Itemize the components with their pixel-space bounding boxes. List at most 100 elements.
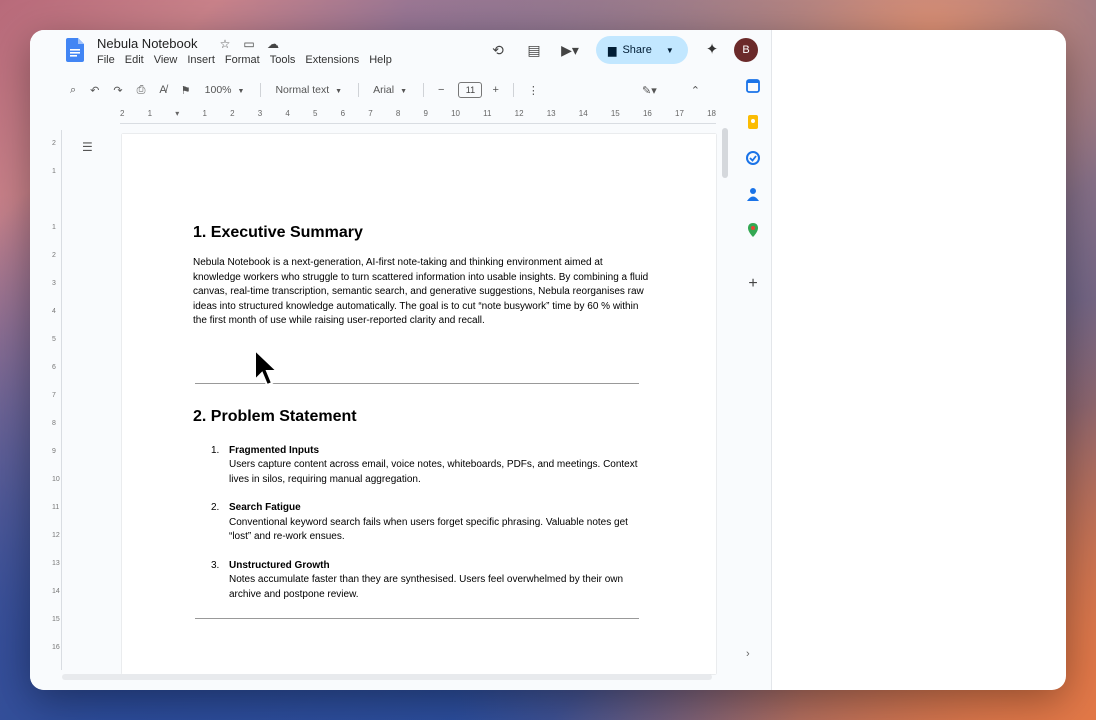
- contacts-icon[interactable]: [745, 186, 761, 202]
- calendar-icon[interactable]: [745, 78, 761, 94]
- style-value: Normal text: [275, 84, 330, 96]
- font-value: Arial: [373, 84, 395, 96]
- menu-bar: File Edit View Insert Format Tools Exten…: [97, 54, 392, 66]
- ruler-tick-label: 13: [546, 109, 556, 118]
- star-icon[interactable]: ☆: [217, 37, 233, 51]
- share-button[interactable]: ▆ Share ▼: [596, 36, 688, 64]
- ruler-tick-label: 3: [52, 280, 56, 287]
- ruler-tick-label: 1: [52, 168, 56, 175]
- list-item-text: Users capture content across email, voic…: [229, 459, 638, 485]
- ruler-tick-label: 6: [340, 109, 346, 118]
- ruler-tick-label: 11: [52, 504, 60, 511]
- comments-icon[interactable]: ▤: [522, 38, 546, 62]
- share-label: Share: [622, 44, 652, 56]
- side-panel-apps: +: [738, 78, 768, 292]
- ruler-tick-label: 2: [52, 252, 56, 259]
- paragraph-executive-summary[interactable]: Nebula Notebook is a next-generation, AI…: [193, 256, 653, 329]
- move-folder-icon[interactable]: ▭: [241, 37, 257, 51]
- ruler-tick-label: 8: [52, 420, 56, 427]
- list-item[interactable]: 3. Unstructured Growth Notes accumulate …: [211, 559, 653, 603]
- horizontal-ruler[interactable]: 2 1 ▾ 1 2 3 4 5 6 7 8 9 10 11 12 13 14 15 16 17 18: [120, 108, 716, 124]
- keep-icon[interactable]: [745, 114, 761, 130]
- redo-icon[interactable]: ↷: [113, 84, 122, 97]
- ruler-tick-label: 1: [202, 109, 207, 118]
- ruler-tick-label: 5: [312, 109, 318, 118]
- editing-mode-icon[interactable]: ✎▾: [642, 84, 657, 97]
- menu-insert[interactable]: Insert: [187, 54, 215, 66]
- list-number: 3.: [211, 559, 220, 571]
- ruler-tick-label: ▾: [175, 109, 180, 118]
- title-actions: ☆ ▭ ☁: [217, 37, 281, 51]
- chevron-down-icon: ▼: [237, 88, 245, 95]
- ruler-tick-label: 1: [147, 109, 153, 118]
- share-dropdown-icon[interactable]: ▼: [666, 46, 674, 55]
- expand-side-panel-icon[interactable]: ›: [746, 648, 750, 660]
- maps-icon[interactable]: [745, 222, 761, 238]
- ruler-tick-label: 15: [610, 109, 620, 118]
- menu-format[interactable]: Format: [225, 54, 260, 66]
- list-item-text: Notes accumulate faster than they are sy…: [229, 574, 624, 600]
- avatar[interactable]: B: [734, 38, 758, 62]
- horizontal-scrollbar[interactable]: [62, 674, 712, 680]
- zoom-value: 100%: [204, 84, 232, 96]
- menu-edit[interactable]: Edit: [125, 54, 144, 66]
- heading-problem-statement[interactable]: 2. Problem Statement: [193, 408, 653, 426]
- paint-format-icon[interactable]: ⚑: [181, 84, 191, 97]
- spellcheck-icon[interactable]: A̸: [159, 84, 166, 96]
- ruler-tick-label: 13: [52, 560, 60, 567]
- toolbar-divider: [260, 83, 262, 97]
- font-select[interactable]: Arial ▼: [373, 84, 407, 96]
- ruler-tick-label: 16: [642, 109, 652, 118]
- problem-list: 1. Fragmented Inputs Users capture conte…: [193, 444, 653, 603]
- header-actions: ⟲ ▤ ▶▾ ▆ Share ▼ ✦ B: [474, 36, 772, 64]
- ruler-tick-label: 6: [52, 364, 56, 371]
- search-menus-icon[interactable]: ⌕: [70, 84, 76, 97]
- ruler-tick-label: 10: [52, 476, 60, 483]
- menu-file[interactable]: File: [97, 54, 115, 66]
- list-number: 1.: [211, 444, 220, 456]
- ruler-tick-label: 18: [707, 109, 716, 118]
- list-item-label: Search Fatigue: [229, 502, 301, 513]
- ruler-labels: 2 1 ▾ 1 2 3 4 5 6 7 8 9 10 11 12 13 14 15 16 17 18: [120, 109, 716, 118]
- list-item[interactable]: 1. Fragmented Inputs Users capture conte…: [211, 444, 653, 488]
- document-page[interactable]: 1. Executive Summary Nebula Notebook is …: [122, 134, 716, 674]
- print-icon[interactable]: ⎙: [137, 84, 146, 97]
- collapse-menus-icon[interactable]: ⌃: [691, 84, 700, 97]
- style-select[interactable]: Normal text ▼: [275, 84, 342, 96]
- docs-header: Nebula Notebook ☆ ▭ ☁ File Edit View Ins…: [30, 30, 772, 78]
- ruler-tick-label: 3: [257, 109, 263, 118]
- tasks-icon[interactable]: [745, 150, 761, 166]
- add-app-icon[interactable]: +: [745, 276, 761, 292]
- ruler-tick-label: 17: [675, 109, 684, 118]
- vertical-scrollbar[interactable]: [722, 128, 728, 178]
- increase-font-size-icon[interactable]: +: [492, 84, 498, 96]
- ruler-tick-label: 2: [120, 109, 125, 118]
- menu-extensions[interactable]: Extensions: [305, 54, 359, 66]
- document-body[interactable]: 1. Executive Summary Nebula Notebook is …: [193, 224, 653, 619]
- decrease-font-size-icon[interactable]: −: [438, 84, 444, 96]
- meet-icon[interactable]: ▶▾: [558, 38, 582, 62]
- heading-executive-summary[interactable]: 1. Executive Summary: [193, 224, 653, 242]
- zoom-select[interactable]: 100% ▼: [205, 84, 245, 96]
- ruler-tick-label: 2: [230, 109, 235, 118]
- vertical-ruler[interactable]: 2 1 1 2 3 4 5 6 7 8 9 10 11 12 13 14 15 16: [52, 130, 62, 670]
- font-size-input[interactable]: 11: [458, 82, 483, 98]
- ruler-tick-label: 15: [52, 616, 60, 623]
- menu-view[interactable]: View: [154, 54, 178, 66]
- toolbar-divider: [512, 83, 514, 97]
- cloud-status-icon[interactable]: ☁: [265, 37, 281, 51]
- menu-tools[interactable]: Tools: [270, 54, 296, 66]
- gemini-icon[interactable]: ✦: [702, 40, 722, 60]
- undo-icon[interactable]: ↶: [90, 84, 99, 97]
- docs-logo-icon[interactable]: [66, 38, 84, 62]
- list-item[interactable]: 2. Search Fatigue Conventional keyword s…: [211, 501, 653, 545]
- list-item-body: Unstructured Growth Notes accumulate fas…: [229, 559, 639, 603]
- version-history-icon[interactable]: ⟲: [486, 38, 510, 62]
- more-options-icon[interactable]: ⋮: [528, 84, 539, 97]
- chevron-down-icon: ▼: [335, 88, 343, 95]
- list-number: 2.: [211, 502, 220, 513]
- menu-help[interactable]: Help: [369, 54, 392, 66]
- list-item-label: Unstructured Growth: [229, 559, 330, 571]
- document-outline-icon[interactable]: ☰: [82, 140, 93, 154]
- document-title[interactable]: Nebula Notebook: [97, 36, 197, 51]
